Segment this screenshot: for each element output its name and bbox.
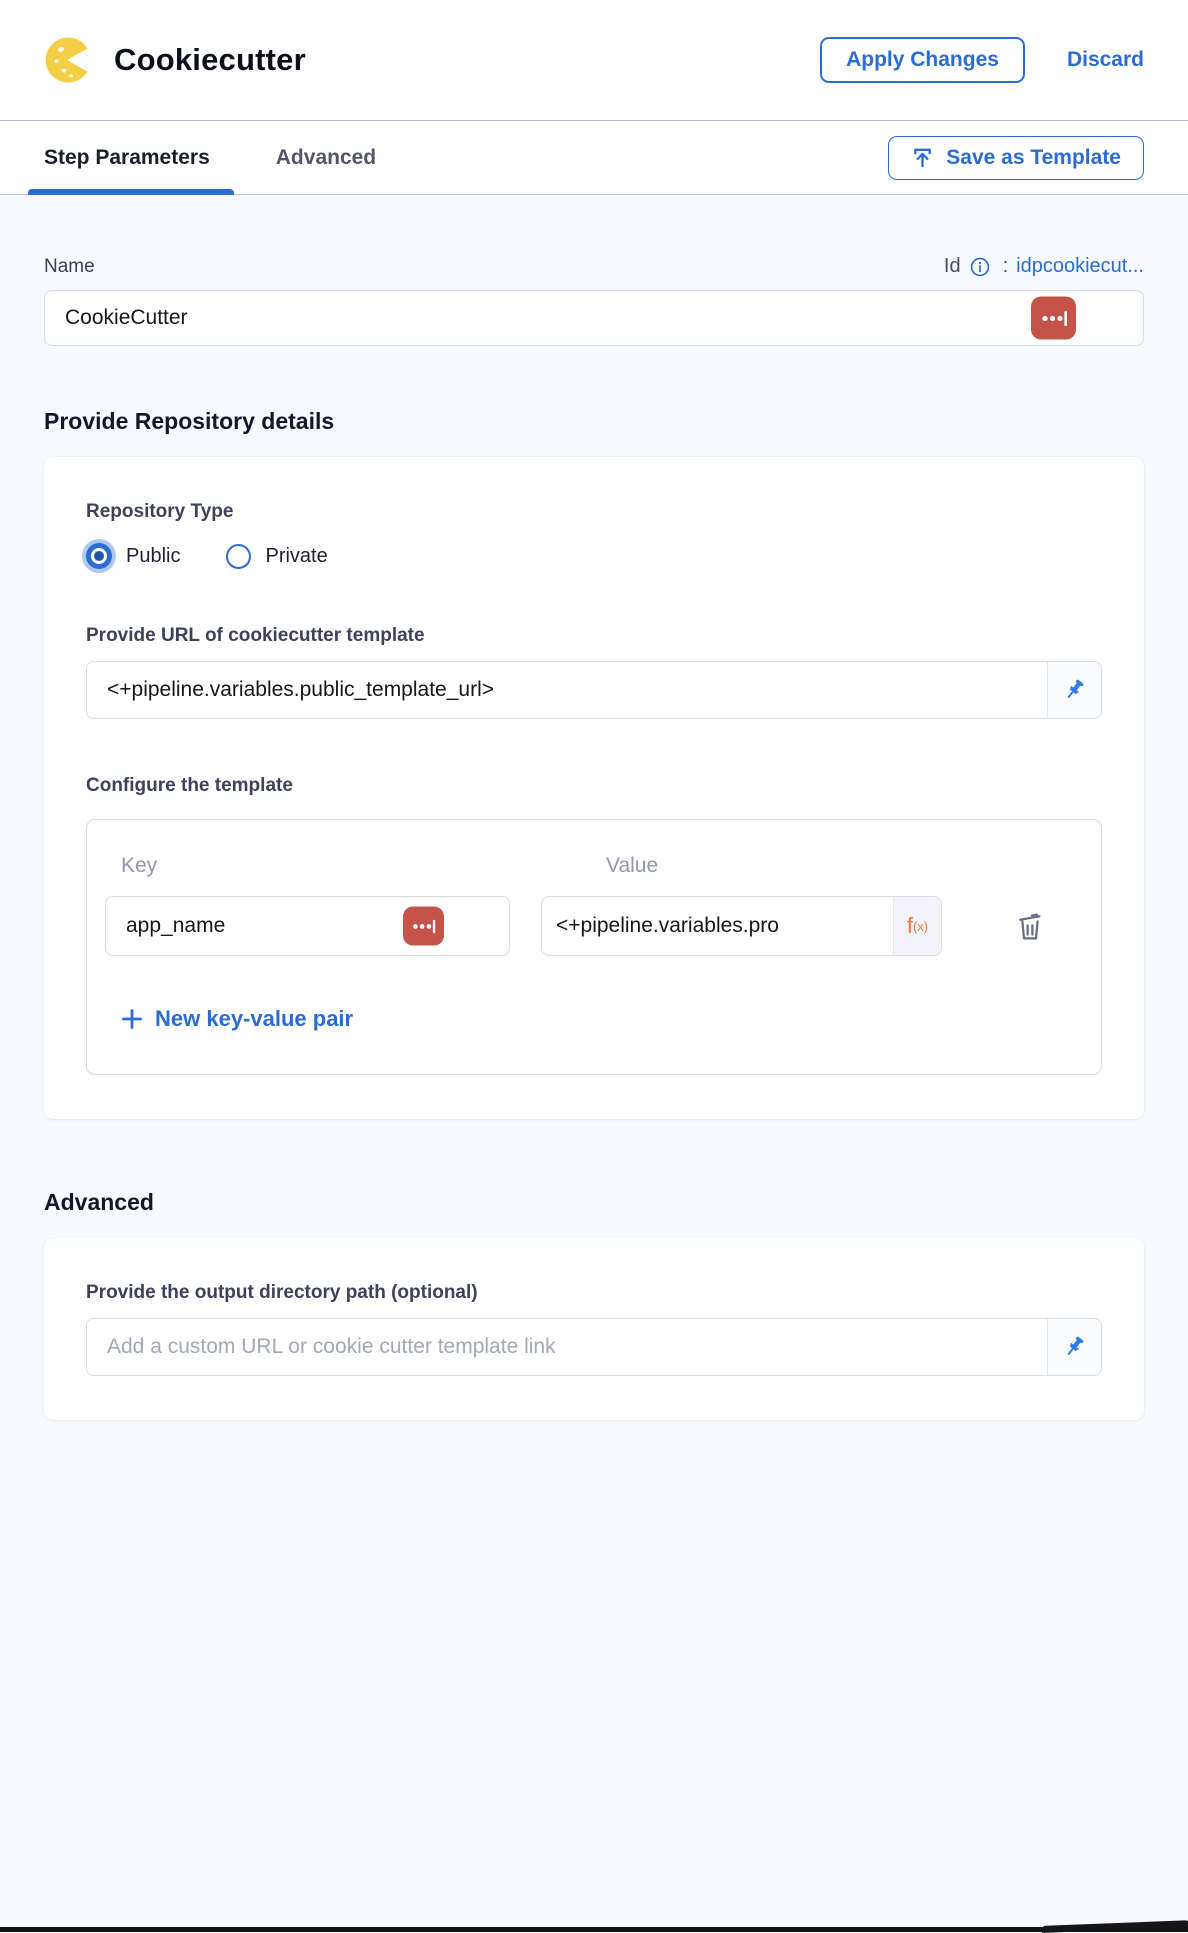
expression-fx-icon[interactable]: f(x)	[893, 897, 941, 955]
info-icon[interactable]	[969, 256, 991, 278]
discard-button[interactable]: Discard	[1067, 48, 1144, 72]
advanced-section-title: Advanced	[44, 1189, 1144, 1216]
radio-public-label: Public	[126, 545, 180, 568]
tab-step-parameters[interactable]: Step Parameters	[44, 121, 210, 194]
radio-public-control[interactable]	[86, 543, 112, 569]
key-column-header: Key	[105, 854, 510, 878]
output-directory-input[interactable]	[87, 1319, 1047, 1375]
advanced-card: Provide the output directory path (optio…	[44, 1238, 1144, 1420]
fx-sub: (x)	[913, 919, 928, 934]
page-title: Cookiecutter	[114, 42, 306, 78]
value-column-header: Value	[510, 854, 658, 878]
step-id: Id : idpcookiecut...	[944, 255, 1144, 278]
trash-icon	[1014, 909, 1046, 943]
repository-type-label: Repository Type	[86, 501, 1102, 523]
name-input[interactable]	[44, 290, 1144, 346]
fixed-value-type-icon[interactable]	[403, 907, 444, 946]
output-directory-label: Provide the output directory path (optio…	[86, 1282, 1102, 1304]
plus-icon	[121, 1008, 143, 1030]
fixed-value-type-icon[interactable]	[1031, 297, 1076, 340]
tab-advanced[interactable]: Advanced	[276, 121, 376, 194]
repository-card: Repository Type Public Private Provide U…	[44, 457, 1144, 1119]
id-label: Id	[944, 255, 961, 278]
key-value-table: Key Value	[86, 819, 1102, 1075]
upload-icon	[911, 146, 934, 169]
tab-bar: Step Parameters Advanced Save as Templat…	[0, 121, 1188, 195]
save-as-template-button[interactable]: Save as Template	[888, 136, 1144, 180]
name-label: Name	[44, 256, 95, 278]
value-input[interactable]	[542, 897, 893, 955]
key-value-row: f(x)	[105, 896, 1083, 956]
configure-template-label: Configure the template	[86, 775, 1102, 797]
new-key-value-pair-button[interactable]: New key-value pair	[121, 1006, 353, 1032]
new-key-value-pair-label: New key-value pair	[155, 1006, 353, 1032]
pin-icon[interactable]	[1047, 662, 1101, 718]
template-url-label: Provide URL of cookiecutter template	[86, 625, 1102, 647]
radio-private-control[interactable]	[226, 544, 251, 569]
header: Cookiecutter Apply Changes Discard	[0, 0, 1188, 121]
radio-private-label: Private	[265, 545, 327, 568]
repository-section-title: Provide Repository details	[44, 408, 1144, 435]
value-field: f(x)	[541, 896, 942, 956]
key-input[interactable]	[105, 896, 510, 956]
id-colon: :	[1003, 255, 1009, 278]
bottom-console-edge[interactable]	[0, 1927, 1188, 1932]
save-as-template-label: Save as Template	[946, 146, 1121, 170]
cookiecutter-step-panel: Cookiecutter Apply Changes Discard Step …	[0, 0, 1188, 1932]
output-directory-field	[86, 1318, 1102, 1376]
radio-private[interactable]: Private	[226, 544, 327, 569]
template-url-input[interactable]	[87, 662, 1047, 718]
pin-icon[interactable]	[1047, 1319, 1101, 1375]
id-value-link[interactable]: idpcookiecut...	[1016, 255, 1144, 278]
header-actions: Apply Changes Discard	[820, 37, 1144, 83]
step-parameters-panel: Name Id : idpcookiecut...	[0, 195, 1188, 1932]
apply-changes-button[interactable]: Apply Changes	[820, 37, 1025, 83]
delete-row-button[interactable]	[1010, 905, 1050, 947]
template-url-field	[86, 661, 1102, 719]
cookiecutter-logo-icon	[44, 36, 92, 84]
radio-public[interactable]: Public	[86, 543, 180, 569]
